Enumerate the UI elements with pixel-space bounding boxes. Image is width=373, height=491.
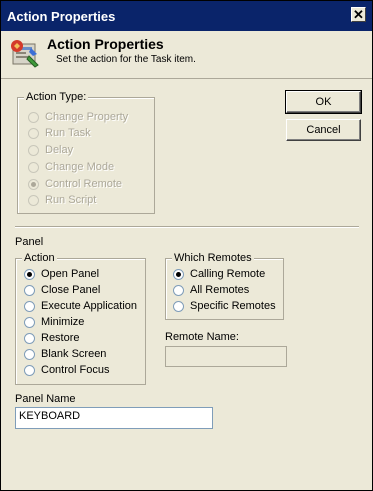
action-option-control-focus[interactable]: Control Focus [24,363,109,377]
section-divider [15,226,359,228]
header-title: Action Properties [47,36,164,52]
radio-label: Execute Application [41,300,138,312]
action-legend: Action [22,252,57,264]
radio-icon [28,144,39,156]
cancel-button[interactable]: Cancel [286,119,361,141]
radio-icon [28,178,39,190]
action-type-option[interactable]: Control Remote [28,177,122,191]
action-option-close-panel[interactable]: Close Panel [24,283,100,297]
radio-icon [28,161,39,173]
window-title: Action Properties [7,9,116,24]
action-type-option[interactable]: Change Mode [28,160,114,174]
remote-name-label: Remote Name: [165,331,239,343]
remote-option-calling[interactable]: Calling Remote [173,267,265,281]
dialog-window: Action Properties ✕ Action Properties Se… [0,0,373,491]
radio-label: Run Task [45,127,91,139]
action-type-legend: Action Type: [24,91,89,103]
radio-label: Calling Remote [190,268,266,280]
radio-label: Delay [45,144,74,156]
radio-label: Change Property [45,111,129,123]
remote-option-specific[interactable]: Specific Remotes [173,299,276,313]
radio-label: Open Panel [41,268,100,280]
radio-label: Run Script [45,194,97,206]
radio-label: Specific Remotes [190,300,276,312]
radio-icon [24,364,35,376]
which-remotes-group: Which Remotes Calling Remote All Remotes… [165,252,284,320]
action-option-restore[interactable]: Restore [24,331,80,345]
panel-name-label: Panel Name [15,393,76,405]
radio-icon [24,268,35,280]
remote-option-all[interactable]: All Remotes [173,283,249,297]
radio-icon [24,300,35,312]
action-option-minimize[interactable]: Minimize [24,315,84,329]
radio-icon [24,332,35,344]
action-type-option[interactable]: Run Task [28,126,91,140]
action-option-execute-application[interactable]: Execute Application [24,299,137,313]
action-type-option[interactable]: Run Script [28,193,96,207]
radio-label: Restore [41,332,80,344]
close-button[interactable]: ✕ [351,7,366,22]
action-group: Action Open Panel Close Panel Execute Ap… [15,252,146,385]
ok-button[interactable]: OK [285,90,362,114]
radio-icon [173,284,184,296]
radio-label: Minimize [41,316,85,328]
radio-icon [173,268,184,280]
panel-name-field[interactable]: KEYBOARD [15,407,213,429]
radio-icon [173,300,184,312]
radio-icon [24,316,35,328]
panel-section-title: Panel [15,236,44,248]
task-action-icon [11,40,39,68]
title-bar[interactable]: Action Properties ✕ [1,1,372,31]
radio-label: Control Remote [45,178,123,190]
radio-icon [24,284,35,296]
action-option-blank-screen[interactable]: Blank Screen [24,347,106,361]
action-type-option[interactable]: Change Property [28,110,128,124]
radio-label: Control Focus [41,364,110,376]
dialog-header: Action Properties Set the action for the… [1,31,372,79]
action-option-open-panel[interactable]: Open Panel [24,267,99,281]
radio-label: Change Mode [45,161,115,173]
radio-icon [28,194,39,206]
radio-label: Blank Screen [41,348,107,360]
remote-name-field[interactable] [165,346,287,367]
which-remotes-legend: Which Remotes [172,252,254,264]
radio-icon [24,348,35,360]
close-icon: ✕ [353,7,364,22]
radio-label: Close Panel [41,284,101,296]
action-type-group: Action Type: Change Property Run Task De… [17,91,155,214]
radio-label: All Remotes [190,284,250,296]
radio-icon [28,127,39,139]
action-type-option[interactable]: Delay [28,143,73,157]
radio-icon [28,111,39,123]
header-subtitle: Set the action for the Task item. [56,54,196,65]
